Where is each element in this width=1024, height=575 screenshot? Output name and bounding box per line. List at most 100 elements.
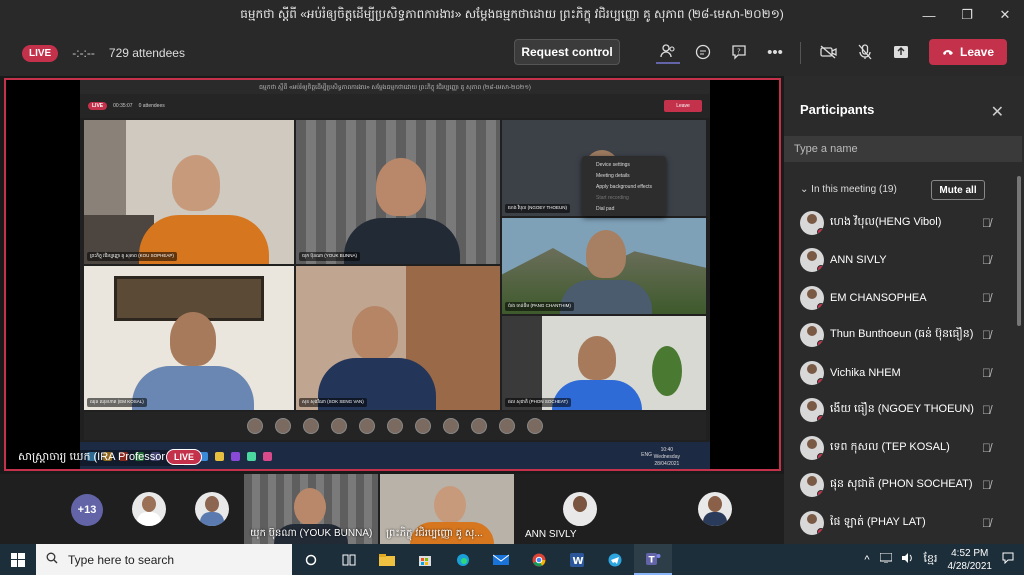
system-tray: ^ ខ្មែរ 4:52 PM 4/28/2021	[864, 544, 1024, 575]
status-dot	[817, 340, 824, 348]
taskbar-search-placeholder: Type here to search	[68, 552, 175, 567]
presenter-live-badge: LIVE	[166, 449, 203, 465]
close-icon[interactable]: ✕	[991, 102, 1004, 122]
participant-name: ងើយ ធឿន (NGOEY THOEUN)	[830, 403, 974, 416]
mute-all-button[interactable]: Mute all	[931, 180, 985, 200]
person-head	[578, 336, 616, 380]
in-meeting-section[interactable]: ⌄ In this meeting (19)	[800, 184, 897, 195]
gallery-video-name: យុក ប៊ុនណា (YOUK BUNNA)	[250, 528, 373, 539]
participant-row[interactable]: EM CHANSOPHEA 🎙̸	[784, 279, 1022, 317]
menu-item-meeting-details: Meeting details	[596, 172, 630, 179]
participant-name: ហេង វិបុល(HENG Vibol)	[830, 215, 942, 228]
chevron-up-icon[interactable]: ^	[864, 554, 869, 566]
network-icon[interactable]	[879, 552, 893, 566]
menu-item-dial-pad: Dial pad	[596, 205, 615, 212]
avatar	[443, 418, 459, 434]
avatar	[471, 418, 487, 434]
video-grid: ព្រះភិក្ខុ វជិរប្បញ្ញោ គូ សុភាព (KOU SOP…	[84, 120, 706, 410]
participant-name: ផុន សុជាតិ (PHON SOCHEAT)	[830, 478, 973, 491]
video-tile: សុខ សុងវីណា (SOK SENG VAN)	[296, 266, 500, 410]
taskbar-search-input[interactable]: Type here to search	[36, 544, 292, 575]
taskbar-clock[interactable]: 4:52 PM 4/28/2021	[948, 547, 993, 573]
notification-icon[interactable]	[1002, 552, 1014, 567]
avatar[interactable]	[132, 492, 166, 526]
participant-row[interactable]: ងើយ ធឿន (NGOEY THOEUN) 🎙̸	[784, 392, 1022, 430]
gallery-video[interactable]: ព្រះភិក្ខុ វជិរប្បញ្ញោ គូ សុ...	[380, 474, 514, 544]
participant-name: ទេព កុសល (TEP KOSAL)	[830, 440, 950, 453]
shared-teams-window: ធម្មកថា ស្តីពី «អប់រំឲ្យចិត្តដើម្បីប្រសិ…	[80, 80, 710, 469]
participant-row[interactable]: ទេព កុសល (TEP KOSAL) 🎙̸	[784, 429, 1022, 467]
tile-name: ផល សុជាតិ (PHON SOCHEAT)	[505, 398, 571, 407]
shared-clock-day: Wednesday	[653, 454, 680, 460]
participant-search-input[interactable]: Type a name	[784, 136, 1022, 162]
more-options-icon[interactable]: •••	[763, 40, 787, 64]
participant-row[interactable]: ផុន សុជាតិ (PHON SOCHEAT) 🎙̸	[784, 467, 1022, 505]
close-window-button[interactable]: ✕	[986, 0, 1024, 30]
mic-off-icon: 🎙̸	[982, 515, 991, 530]
mail-icon[interactable]	[482, 544, 520, 575]
person-head	[352, 306, 398, 360]
mic-off-icon: 🎙̸	[982, 290, 991, 305]
avatar	[800, 248, 824, 273]
tile-name: ព្រះភិក្ខុ វជិរប្បញ្ញោ គូ សុភាព (KOU SOP…	[87, 252, 177, 261]
minimize-button[interactable]: —	[910, 0, 948, 30]
person-head	[170, 312, 216, 366]
svg-text:?: ?	[737, 48, 741, 56]
leave-button[interactable]: Leave	[929, 39, 1007, 65]
teams-icon[interactable]: T	[634, 544, 672, 575]
input-language[interactable]: ខ្មែរ	[924, 552, 938, 568]
avatar	[800, 473, 824, 498]
status-dot	[817, 302, 824, 310]
avatar[interactable]	[195, 492, 229, 526]
telegram-icon[interactable]	[596, 544, 634, 575]
title-bar: ធម្មកថា ស្តីពី «អប់រំឲ្យចិត្តដើម្បីប្រសិ…	[0, 0, 1024, 30]
svg-text:W: W	[573, 556, 584, 567]
window-title: ធម្មកថា ស្តីពី «អប់រំឲ្យចិត្តដើម្បីប្រសិ…	[240, 7, 784, 21]
windows-start-icon[interactable]	[0, 544, 36, 575]
camera-off-icon[interactable]	[817, 40, 841, 64]
participant-row[interactable]: Vichika NHEM 🎙̸	[784, 354, 1022, 392]
shared-screen[interactable]: ធម្មកថា ស្តីពី «អប់រំឲ្យចិត្តដើម្បីប្រសិ…	[4, 78, 781, 471]
app-icon	[215, 452, 224, 461]
panel-scrollbar[interactable]	[1017, 176, 1021, 326]
participant-row[interactable]: ផៃ ឡាត់ (PHAY LAT) 🎙̸	[784, 504, 1022, 542]
meeting-toolbar: LIVE -:-:-- 729 attendees Request contro…	[0, 30, 1024, 76]
request-control-button[interactable]: Request control	[514, 39, 620, 65]
participant-row[interactable]: Thun Bunthoeun (ធន់ ប៊ុនធឿន) 🎙̸	[784, 317, 1022, 355]
mic-off-icon: 🎙̸	[982, 365, 991, 380]
avatar	[359, 418, 375, 434]
participant-gallery: +13 យុក ប៊ុនណា (YOUK BUNNA) ព្រះភិក្ខុ វ…	[0, 474, 784, 544]
chrome-icon[interactable]	[520, 544, 558, 575]
avatar	[800, 510, 824, 535]
monk-head	[172, 155, 220, 211]
volume-icon[interactable]	[901, 553, 914, 566]
file-explorer-icon[interactable]	[368, 544, 406, 575]
participant-row[interactable]: ANN SIVLY 🎙̸	[784, 242, 1022, 280]
avatar[interactable]	[698, 492, 732, 526]
status-dot	[817, 527, 824, 535]
participants-icon[interactable]	[656, 40, 680, 64]
gallery-video[interactable]: យុក ប៊ុនណា (YOUK BUNNA)	[244, 474, 378, 544]
chat-icon[interactable]	[691, 40, 715, 64]
avatar[interactable]	[563, 492, 597, 526]
phone-hangup-icon	[942, 45, 954, 59]
mic-off-icon: 🎙̸	[982, 478, 991, 493]
app-icon	[231, 452, 240, 461]
mic-off-icon: 🎙̸	[982, 440, 991, 455]
participant-row[interactable]: ហេង វិបុល(HENG Vibol) 🎙̸	[784, 204, 1022, 242]
share-screen-icon[interactable]	[889, 40, 913, 64]
maximize-button[interactable]: ❐	[948, 0, 986, 30]
participant-list: ហេង វិបុល(HENG Vibol) 🎙̸ ANN SIVLY 🎙̸ EM…	[784, 204, 1022, 542]
task-view-icon[interactable]	[330, 544, 368, 575]
cortana-icon[interactable]	[292, 544, 330, 575]
mic-off-icon[interactable]	[853, 40, 877, 64]
video-tile: ផល សុជាតិ (PHON SOCHEAT)	[502, 316, 706, 410]
store-icon[interactable]	[406, 544, 444, 575]
clock-time: 4:52 PM	[951, 547, 989, 559]
word-icon[interactable]: W	[558, 544, 596, 575]
status-dot	[817, 377, 824, 385]
more-participants-button[interactable]: +13	[71, 494, 103, 526]
edge-icon[interactable]	[444, 544, 482, 575]
tile-name: សុខ សុងវីណា (SOK SENG VAN)	[299, 398, 367, 407]
qna-icon[interactable]: ?	[727, 40, 751, 64]
